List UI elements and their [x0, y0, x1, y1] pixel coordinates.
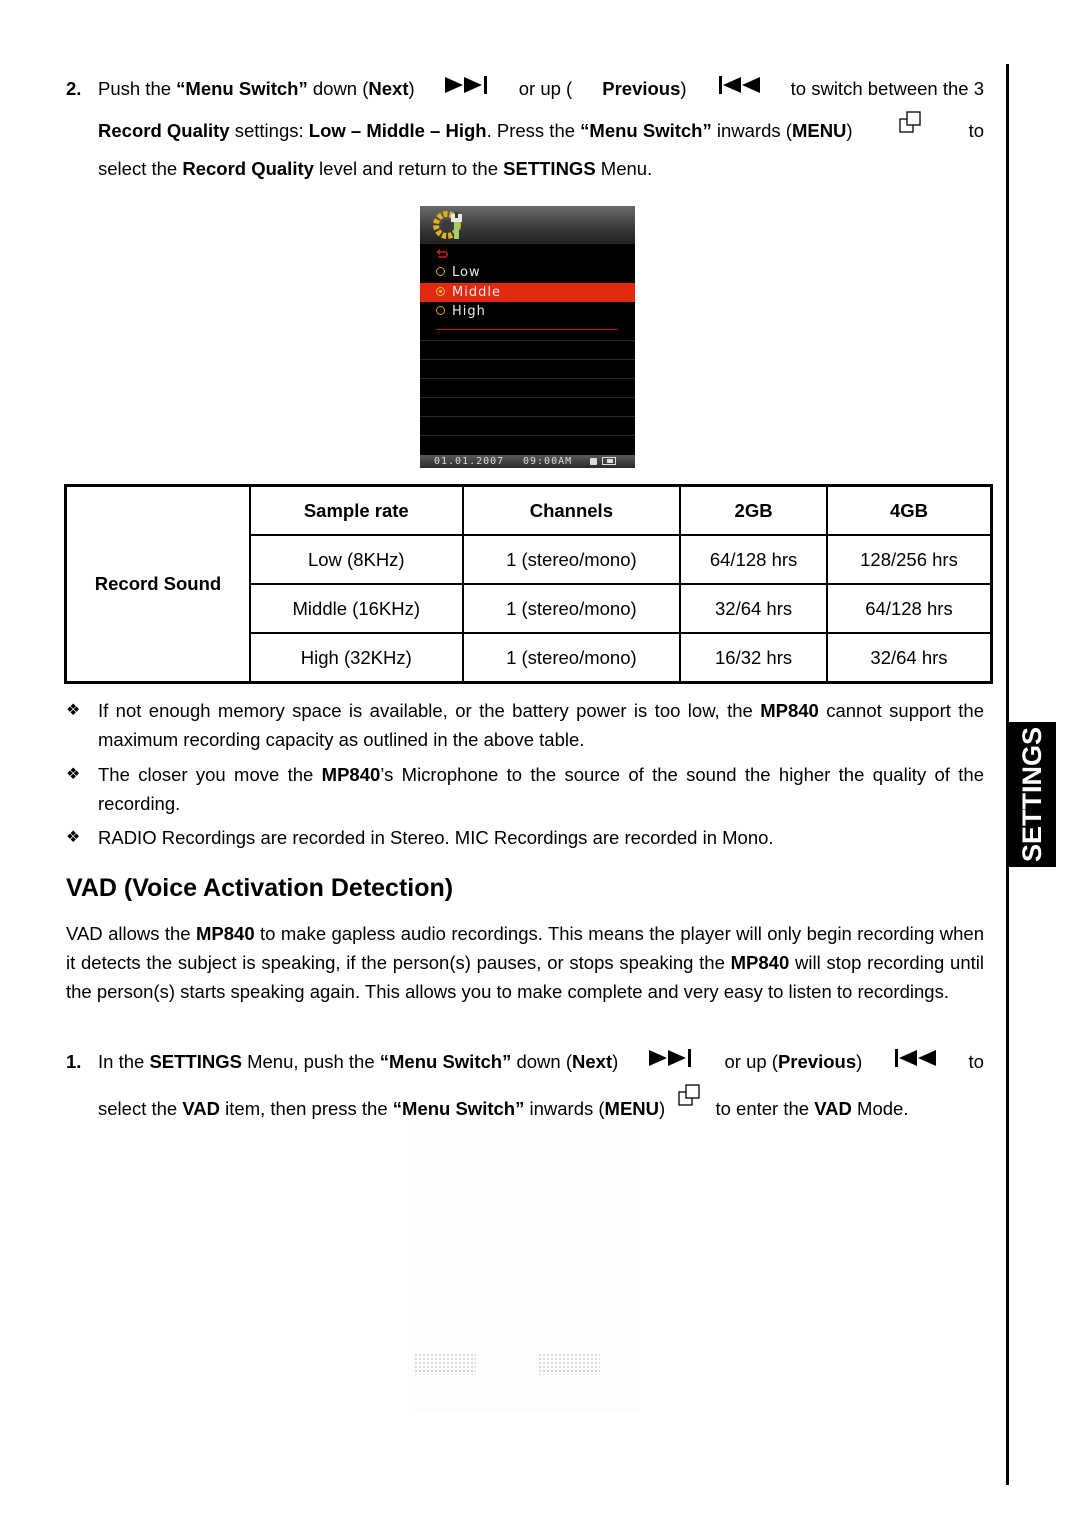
device-row: [420, 397, 635, 417]
step-number: 1.: [66, 1051, 82, 1072]
step-2-line-3: select the Record Quality level and retu…: [98, 158, 653, 179]
next-track-icon: [649, 1049, 692, 1067]
device-row: [420, 435, 635, 455]
next-track-icon: [444, 76, 487, 94]
previous-track-icon: [718, 76, 760, 94]
table-cell: High (32KHz): [249, 632, 464, 684]
status-time: 09:00AM: [523, 456, 573, 467]
table-cell: 128/256 hrs: [825, 534, 993, 585]
previous-track-icon: [895, 1049, 937, 1067]
vad-step-1-line-1: In the SETTINGS Menu, push the “Menu Swi…: [98, 1049, 984, 1072]
vad-description: VAD allows the MP840 to make gapless aud…: [66, 923, 984, 1002]
table-cell: 64/128 hrs: [825, 583, 993, 634]
note-microphone: ❖ The closer you move the MP840’s Microp…: [66, 760, 984, 818]
table-cell: 32/64 hrs: [825, 632, 993, 684]
device-row: [420, 416, 635, 436]
table-cell: 1 (stereo/mono): [461, 534, 682, 585]
lock-icon: [590, 458, 597, 465]
radio-icon: [436, 306, 445, 315]
radio-icon: [436, 267, 445, 276]
step-number: 2.: [66, 78, 82, 99]
step-2-line-1: Push the “Menu Switch” down (Next) or up…: [98, 76, 984, 99]
device-row: [420, 359, 635, 379]
bullet-diamond-icon: ❖: [66, 766, 81, 783]
menu-icon: [678, 1084, 700, 1106]
note-memory: ❖ If not enough memory space is availabl…: [66, 696, 984, 754]
back-arrow-icon: [436, 249, 448, 258]
faded-device-image: [414, 1127, 640, 1412]
bullet-diamond-icon: ❖: [66, 702, 81, 719]
column-header: 4GB: [825, 484, 993, 536]
device-status-bar: 01.01.2007 09:00AM: [420, 455, 635, 468]
radio-selected-icon: [436, 287, 445, 296]
table-row-header: Record Sound: [64, 484, 251, 684]
note-radio-mic: ❖ RADIO Recordings are recorded in Stere…: [66, 823, 984, 852]
device-header: [420, 206, 635, 243]
menu-icon: [898, 111, 921, 133]
table-header-row: Record Sound Sample rate Channels 2GB 4G…: [64, 484, 993, 684]
section-tab-label: SETTINGS: [1017, 726, 1048, 863]
table-cell: 32/64 hrs: [679, 583, 828, 634]
column-header: 2GB: [679, 484, 828, 536]
table-cell: 64/128 hrs: [679, 534, 828, 585]
device-divider: [436, 329, 618, 330]
faded-pattern: [414, 1353, 476, 1375]
section-tab-settings: SETTINGS: [1009, 722, 1056, 867]
record-sound-table: Record Sound Sample rate Channels 2GB 4G…: [64, 484, 993, 684]
device-screen-record-quality: Low Middle High 01.01.2007 09:00AM: [420, 206, 635, 468]
device-row: [420, 243, 635, 263]
vad-step-1-line-2: select the VAD item, then press the “Men…: [98, 1084, 984, 1120]
device-option-low[interactable]: Low: [420, 263, 635, 282]
device-option-middle[interactable]: Middle: [420, 283, 635, 302]
section-heading-vad: VAD (Voice Activation Detection): [66, 874, 454, 902]
status-date: 01.01.2007: [434, 456, 505, 467]
device-row: [420, 340, 635, 360]
table-cell: 1 (stereo/mono): [461, 583, 682, 634]
table-cell: Low (8KHz): [249, 534, 464, 585]
device-row: [420, 378, 635, 398]
table-cell: Middle (16KHz): [249, 583, 464, 634]
bullet-diamond-icon: ❖: [66, 829, 81, 846]
settings-gear-wrench-icon: [433, 211, 462, 239]
faded-pattern: [538, 1353, 600, 1375]
table-cell: 16/32 hrs: [679, 632, 828, 684]
table-cell: 1 (stereo/mono): [461, 632, 682, 684]
device-option-high[interactable]: High: [420, 302, 635, 321]
column-header: Sample rate: [249, 484, 464, 536]
column-header: Channels: [461, 484, 682, 536]
step-2-line-2: Record Quality settings: Low – Middle – …: [98, 111, 984, 142]
battery-icon: [602, 457, 616, 465]
